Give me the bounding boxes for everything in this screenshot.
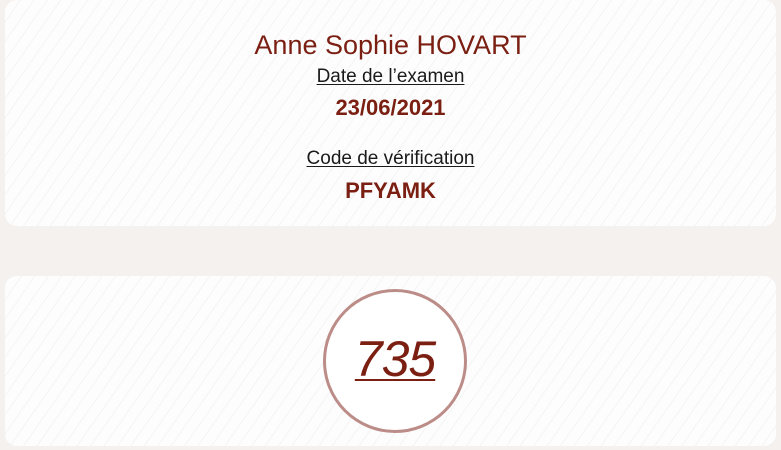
score-value: 735 — [354, 331, 436, 387]
candidate-name: Anne Sophie HOVART — [254, 30, 527, 60]
candidate-info-card: Anne Sophie HOVART Date de l’examen 23/0… — [5, 0, 776, 226]
verification-code-value: PFYAMK — [345, 178, 436, 203]
score-card: 735 — [5, 276, 776, 446]
exam-date-label: Date de l’examen — [316, 66, 465, 87]
score-circle: 735 — [323, 289, 467, 433]
results-page: Anne Sophie HOVART Date de l’examen 23/0… — [0, 0, 781, 450]
verification-code-label: Code de vérification — [306, 148, 475, 169]
exam-date-value: 23/06/2021 — [335, 95, 446, 120]
